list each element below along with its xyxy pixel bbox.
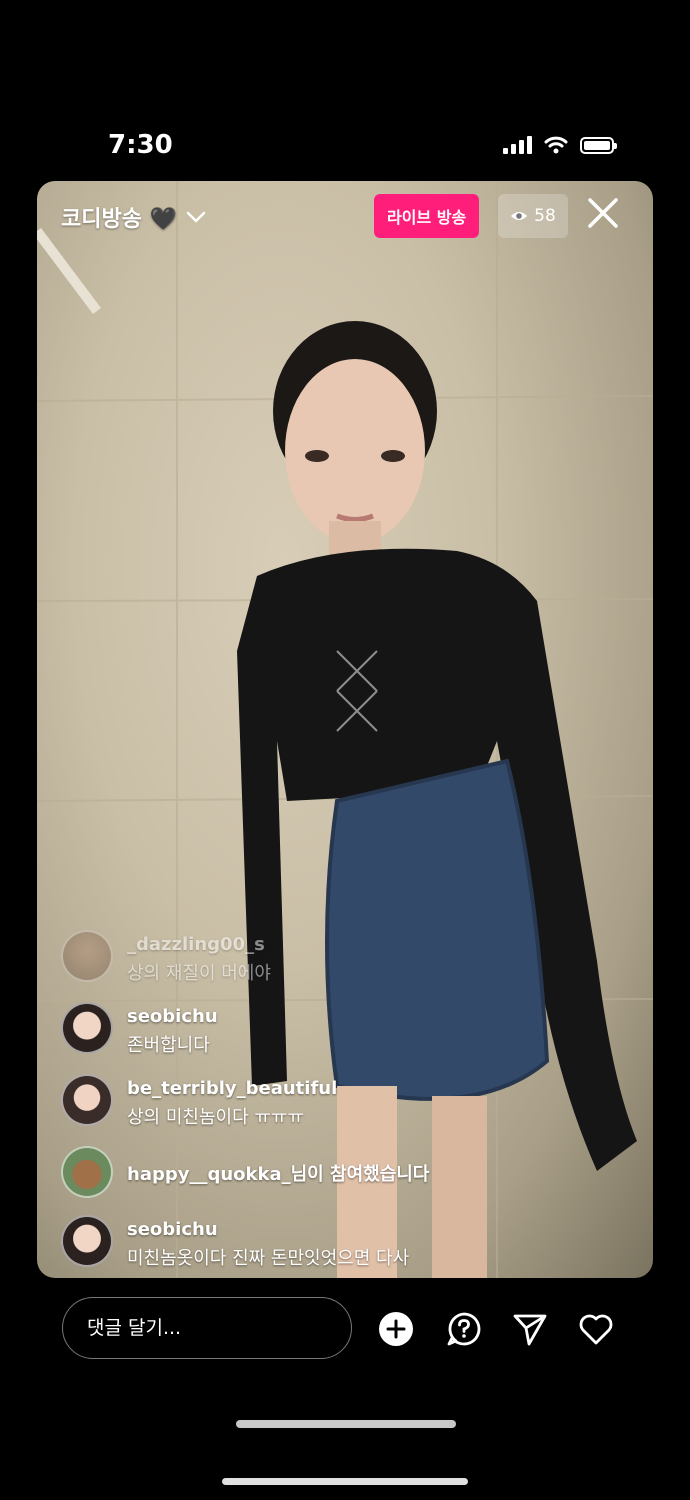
- room-title-label: 코디방송 🖤: [61, 207, 178, 232]
- avatar[interactable]: [61, 930, 113, 982]
- comment-item: seobichu 존버합니다: [61, 1002, 621, 1057]
- home-indicator: [236, 1420, 456, 1428]
- avatar[interactable]: [61, 1002, 113, 1054]
- comment-username[interactable]: _dazzling00_s: [127, 934, 271, 955]
- battery-icon: [580, 136, 617, 154]
- wifi-icon: [544, 136, 568, 154]
- question-icon[interactable]: [446, 1311, 482, 1347]
- viewer-count-badge: 58: [498, 194, 568, 238]
- live-video[interactable]: 코디방송 🖤 라이브 방송 58 _dazzling00_s 상의 재질이 머에…: [37, 181, 653, 1278]
- comment-item: _dazzling00_s 상의 재질이 머에야: [61, 930, 621, 985]
- comment-list: _dazzling00_s 상의 재질이 머에야 seobichu 존버합니다 …: [61, 913, 621, 1270]
- comment-username[interactable]: seobichu: [127, 1219, 409, 1240]
- add-icon[interactable]: [378, 1311, 414, 1347]
- viewer-count: 58: [534, 206, 556, 226]
- comment-message: 상의 미친놈이다 ㅠㅠㅠ: [127, 1107, 305, 1128]
- comment-message: 상의 재질이 머에야: [127, 963, 271, 984]
- join-message-text: 님이 참여했습니다: [290, 1164, 430, 1185]
- status-icons: [503, 136, 617, 154]
- live-badge: 라이브 방송: [374, 194, 480, 238]
- avatar[interactable]: [61, 1074, 113, 1126]
- join-message: happy__quokka_님이 참여했습니다: [127, 1146, 429, 1186]
- signal-icon: [503, 136, 532, 154]
- comment-input[interactable]: [62, 1297, 352, 1359]
- room-title[interactable]: 코디방송 🖤: [61, 201, 207, 233]
- comment-item: be_terribly_beautiful 상의 미친놈이다 ㅠㅠㅠ: [61, 1074, 621, 1129]
- eye-icon: [511, 212, 528, 220]
- comment-item-join: happy__quokka_님이 참여했습니다: [61, 1146, 621, 1198]
- comment-username[interactable]: seobichu: [127, 1006, 218, 1027]
- status-time: 7:30: [108, 130, 173, 160]
- bottom-action-bar: [62, 1297, 690, 1361]
- home-indicator-secondary: [222, 1478, 468, 1485]
- chevron-down-icon[interactable]: [185, 210, 207, 224]
- send-icon[interactable]: [512, 1311, 548, 1347]
- close-icon[interactable]: [585, 195, 621, 231]
- comment-username[interactable]: be_terribly_beautiful: [127, 1078, 337, 1099]
- live-top-bar: 코디방송 🖤 라이브 방송 58: [37, 181, 653, 251]
- heart-icon[interactable]: [578, 1311, 614, 1347]
- avatar[interactable]: [61, 1146, 113, 1198]
- comment-item: seobichu 미친놈옷이다 진짜 돈만잇엇으면 다사: [61, 1215, 621, 1270]
- avatar[interactable]: [61, 1215, 113, 1267]
- comment-username[interactable]: happy__quokka_: [127, 1164, 291, 1185]
- comment-message: 미친놈옷이다 진짜 돈만잇엇으면 다사: [127, 1248, 410, 1269]
- comment-message: 존버합니다: [127, 1035, 210, 1056]
